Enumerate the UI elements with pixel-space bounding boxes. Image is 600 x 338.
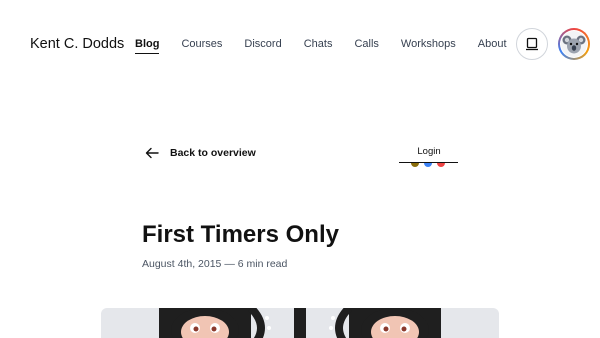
team-dot-blue xyxy=(424,163,432,167)
nav-link-courses[interactable]: Courses xyxy=(181,38,222,50)
article-meta: August 4th, 2015 — 6 min read xyxy=(142,258,288,270)
nav-link-blog[interactable]: Blog xyxy=(135,38,160,54)
nav-link-calls[interactable]: Calls xyxy=(354,38,378,50)
main-nav: Blog Courses Discord Chats Calls Worksho… xyxy=(135,38,507,54)
nav-link-about[interactable]: About xyxy=(478,38,507,50)
arrow-left-icon xyxy=(145,147,159,159)
article-hero-image xyxy=(101,308,499,338)
login-widget: Login xyxy=(399,146,459,163)
team-dot-yellow xyxy=(411,163,419,167)
user-avatar-button[interactable] xyxy=(558,28,590,60)
team-dots xyxy=(411,163,445,167)
site-header: Kent C. Dodds Blog Courses Discord Chats… xyxy=(0,0,600,90)
nav-link-discord[interactable]: Discord xyxy=(244,38,281,50)
team-dot-red xyxy=(437,163,445,167)
octocat-illustration xyxy=(159,308,441,338)
nav-link-workshops[interactable]: Workshops xyxy=(401,38,456,50)
back-link-label: Back to overview xyxy=(170,147,256,159)
nav-link-chats[interactable]: Chats xyxy=(304,38,333,50)
koala-avatar-icon xyxy=(561,31,587,57)
back-to-overview-link[interactable]: Back to overview xyxy=(145,147,256,159)
laptop-icon xyxy=(526,37,538,51)
article-title: First Timers Only xyxy=(142,221,339,248)
site-brand[interactable]: Kent C. Dodds xyxy=(30,36,124,52)
login-link[interactable]: Login xyxy=(399,146,459,157)
theme-toggle-button[interactable] xyxy=(516,28,548,60)
